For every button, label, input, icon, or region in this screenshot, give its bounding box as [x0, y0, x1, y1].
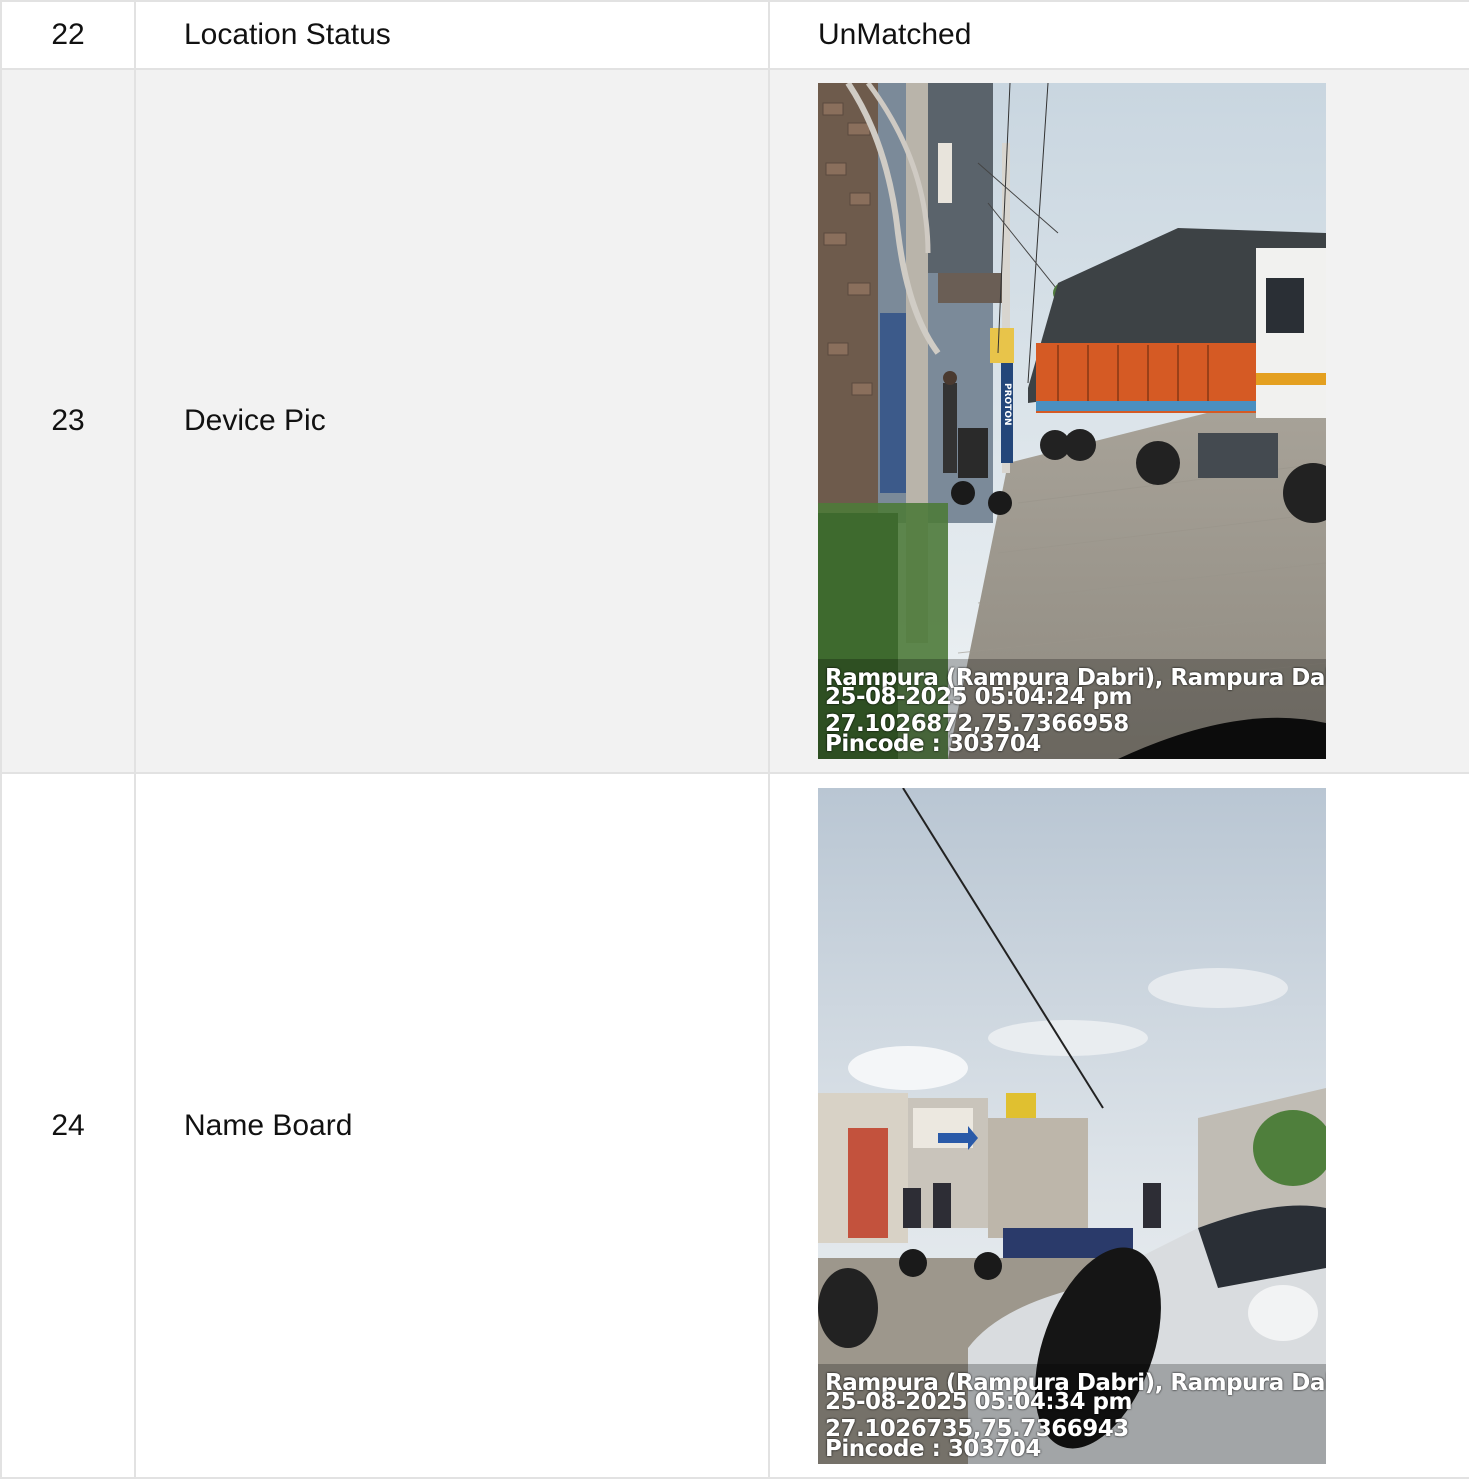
field-label: Device Pic	[134, 68, 770, 774]
table-row: 22 Location Status UnMatched	[0, 0, 1469, 70]
name-board-photo-scene	[818, 787, 1326, 1464]
row-number: 24	[0, 772, 136, 1479]
device-pic-cell: PROTON Rampura (Rampura Dabri), Rampura …	[768, 68, 1469, 774]
location-status-value: UnMatched	[768, 0, 1469, 70]
sign-text: PROTON	[1002, 383, 1012, 426]
photo-datetime: 25-08-2025 05:04:24 pm	[825, 684, 1132, 710]
device-photo-scene: PROTON	[818, 83, 1326, 759]
name-board-cell: Rampura (Rampura Dabri), Rampura Dabri, …	[768, 772, 1469, 1479]
device-photo[interactable]: PROTON Rampura (Rampura Dabri), Rampura …	[818, 83, 1326, 759]
table-row: 24 Name Board Rampura (Rampura Dabri), R…	[0, 772, 1469, 1479]
photo-datetime: 25-08-2025 05:04:34 pm	[825, 1388, 1132, 1415]
table-row: 23 Device Pic PROTON Rampura (Rampura Da…	[0, 68, 1469, 774]
details-table: 22 Location Status UnMatched 23 Device P…	[0, 0, 1469, 1479]
photo-pincode: Pincode : 303704	[825, 1435, 1041, 1462]
row-number: 22	[0, 0, 136, 70]
row-number: 23	[0, 68, 136, 774]
field-label: Location Status	[134, 0, 770, 70]
field-label: Name Board	[134, 772, 770, 1479]
photo-pincode: Pincode : 303704	[825, 731, 1041, 757]
name-board-photo[interactable]: Rampura (Rampura Dabri), Rampura Dabri, …	[818, 787, 1326, 1464]
